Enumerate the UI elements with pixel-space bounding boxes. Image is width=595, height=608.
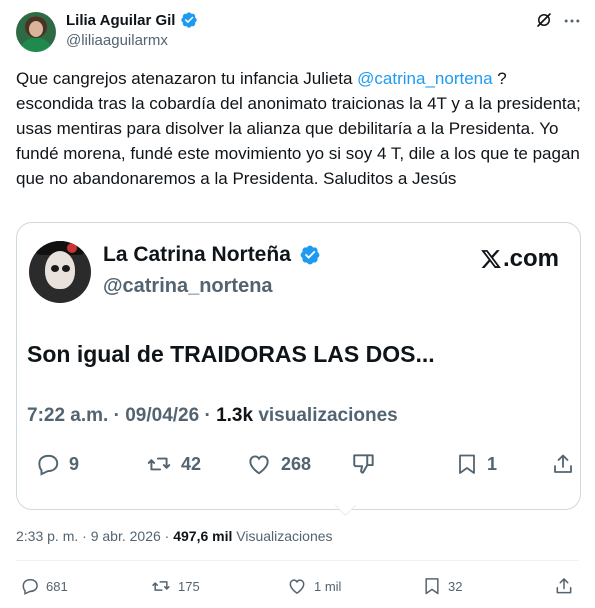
repost-button[interactable]: 175: [150, 576, 200, 596]
post-views-count: 497,6 mil: [173, 528, 233, 544]
post-views-label: Visualizaciones: [232, 528, 333, 544]
quoted-date: 09/04/26: [125, 405, 200, 426]
author-name[interactable]: Lilia Aguilar Gil: [66, 12, 175, 29]
quoted-bookmark: 1: [455, 451, 497, 477]
quoted-repost: 42: [145, 451, 201, 477]
quoted-meta: 7:22 a.m. · 09/04/26 · 1.3k visualizacio…: [27, 405, 398, 427]
quoted-image-card[interactable]: La Catrina Norteña @catrina_nortena .com…: [16, 222, 581, 510]
reply-icon: [35, 451, 61, 477]
quoted-share: [551, 451, 575, 477]
quoted-reply-count: 9: [69, 453, 80, 474]
like-button[interactable]: 1 mil: [286, 576, 341, 596]
quoted-views-count: 1.3k: [216, 405, 254, 426]
x-logo-icon: [480, 248, 502, 270]
reply-button[interactable]: 681: [20, 576, 68, 596]
quoted-repost-count: 42: [181, 453, 202, 474]
verified-badge-icon: [180, 11, 198, 29]
quoted-actions: 9 42 268 1: [27, 451, 572, 479]
author-name-row[interactable]: Lilia Aguilar Gil: [66, 11, 198, 29]
post-meta-sep-2: ·: [160, 528, 174, 544]
quoted-views-label: visualizaciones: [253, 405, 398, 426]
quoted-sep-1: ·: [108, 405, 126, 426]
quoted-like-count: 268: [281, 453, 312, 474]
repost-count: 175: [178, 578, 200, 594]
share-button[interactable]: [554, 576, 574, 596]
post-text-start: Que cangrejos atenazaron tu infancia Jul…: [16, 69, 358, 88]
quoted-time: 7:22 a.m.: [27, 405, 109, 426]
post-meta: 2:33 p. m. · 9 abr. 2026 · 497,6 mil Vis…: [16, 528, 333, 544]
mention-link[interactable]: @catrina_nortena: [357, 69, 492, 88]
quoted-text: Son igual de TRAIDORAS LAS DOS...: [27, 341, 435, 367]
share-icon[interactable]: [554, 576, 574, 596]
quoted-reply: 9: [35, 451, 79, 477]
like-count: 1 mil: [314, 578, 342, 594]
like-icon[interactable]: [286, 576, 308, 596]
quoted-like: 268: [245, 451, 311, 477]
bookmark-icon[interactable]: [422, 576, 442, 596]
grok-icon[interactable]: [535, 11, 553, 29]
like-icon: [245, 451, 273, 477]
share-icon: [551, 451, 575, 477]
author-handle[interactable]: @liliaaguilarmx: [66, 32, 168, 49]
more-icon[interactable]: [562, 11, 582, 31]
bookmark-count: 32: [448, 578, 463, 594]
dislike-icon: [351, 451, 377, 477]
bookmark-button[interactable]: 32: [422, 576, 462, 596]
quoted-avatar: [29, 241, 91, 303]
repost-icon: [145, 451, 173, 477]
repost-icon[interactable]: [150, 576, 172, 596]
reply-count: 681: [46, 578, 68, 594]
bookmark-icon: [455, 451, 479, 477]
quoted-dislike: [351, 451, 377, 477]
reply-icon[interactable]: [20, 576, 40, 596]
quoted-handle: @catrina_nortena: [103, 275, 273, 297]
quoted-verified-badge-icon: [299, 244, 321, 266]
post-text: Que cangrejos atenazaron tu infancia Jul…: [16, 66, 581, 191]
post-date[interactable]: 9 abr. 2026: [91, 528, 161, 544]
xcom-text: .com: [503, 245, 560, 272]
post-actions: 681 175 1 mil 32: [16, 576, 579, 598]
divider: [16, 560, 579, 561]
quoted-name: La Catrina Norteña: [103, 243, 291, 266]
quoted-sep-2: ·: [199, 405, 217, 426]
post-meta-sep-1: ·: [78, 528, 91, 544]
quoted-name-row: La Catrina Norteña: [103, 243, 321, 267]
xcom-logo: .com: [480, 245, 559, 273]
post-time[interactable]: 2:33 p. m.: [16, 528, 78, 544]
author-avatar[interactable]: [16, 12, 56, 52]
quoted-bookmark-count: 1: [487, 453, 498, 474]
